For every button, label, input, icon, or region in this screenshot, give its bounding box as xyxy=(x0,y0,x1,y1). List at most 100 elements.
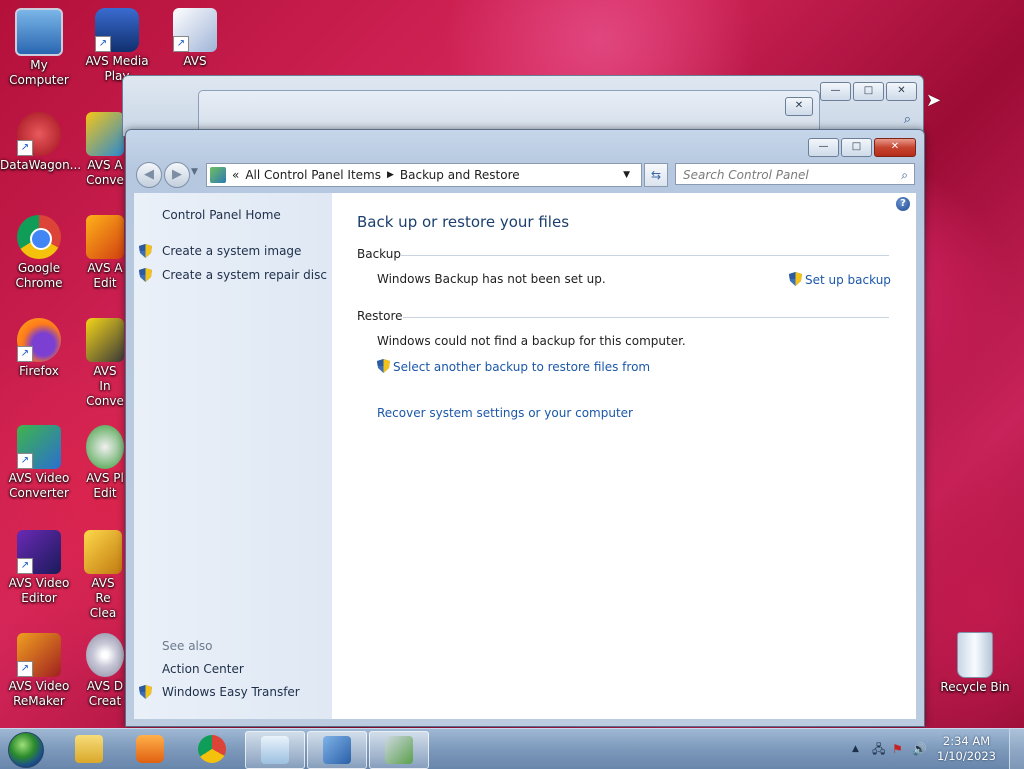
datawagon-icon: ↗ xyxy=(17,112,61,156)
chrome-icon xyxy=(198,735,226,763)
desktop-icon-my-computer[interactable]: My Computer xyxy=(0,8,78,88)
content-area: Control Panel Home Create a system image… xyxy=(134,193,916,719)
recycle-bin-icon xyxy=(957,632,993,678)
see-also-heading: See also xyxy=(162,639,213,653)
refresh-button[interactable]: ⇆ xyxy=(644,163,668,187)
notepad-icon xyxy=(261,736,289,764)
shortcut-arrow-icon: ↗ xyxy=(95,36,111,52)
desktop-icon-avs-video-editor[interactable]: ↗ AVS Video Editor xyxy=(0,530,78,606)
mouse-pointer-icon: ➤ xyxy=(926,90,942,111)
recent-pages-chevron-icon[interactable]: ▼ xyxy=(191,167,198,177)
background-window-caption-buttons: — □ ✕ xyxy=(818,82,917,101)
clock-time: 2:34 AM xyxy=(942,734,991,748)
address-dropdown-chevron-icon[interactable]: ▼ xyxy=(623,170,630,180)
control-panel-home-link[interactable]: Control Panel Home xyxy=(162,208,281,222)
windows-logo-icon xyxy=(8,732,44,768)
firefox-icon: ↗ xyxy=(17,318,61,362)
taskbar-control-panel[interactable] xyxy=(307,731,367,769)
avs-video-editor-icon: ↗ xyxy=(17,530,61,574)
minimize-button[interactable]: — xyxy=(808,138,839,157)
windows-easy-transfer-link[interactable]: Windows Easy Transfer xyxy=(139,685,300,699)
avs-photo-editor-icon xyxy=(86,425,124,469)
shortcut-arrow-icon: ↗ xyxy=(17,661,33,677)
uac-shield-icon xyxy=(789,272,802,286)
maximize-button[interactable]: □ xyxy=(841,138,872,157)
desktop-icon-avs-audio-editor[interactable]: AVS A Edit xyxy=(86,215,124,291)
clock-date: 1/10/2023 xyxy=(937,749,996,763)
avs-video-remaker-icon: ↗ xyxy=(17,633,61,677)
close-icon[interactable]: ✕ xyxy=(785,97,813,116)
main-pane: ? Back up or restore your files Backup W… xyxy=(332,193,916,719)
select-another-backup-link[interactable]: Select another backup to restore files f… xyxy=(377,359,650,374)
set-up-backup-label: Set up backup xyxy=(805,273,891,287)
section-divider xyxy=(401,255,889,256)
close-button[interactable]: ✕ xyxy=(874,138,916,157)
back-button[interactable]: ◀ xyxy=(136,162,162,188)
clock[interactable]: 2:34 AM 1/10/2023 xyxy=(937,734,996,764)
breadcrumb-backup-and-restore[interactable]: Backup and Restore xyxy=(400,168,520,182)
backup-section-header: Backup xyxy=(357,247,889,261)
desktop-icon-avs-registry-cleaner[interactable]: AVS Re Clea xyxy=(82,530,124,621)
forward-button[interactable]: ▶ xyxy=(164,162,190,188)
desktop-icon-avs-media-player[interactable]: ↗ AVS Media Play xyxy=(78,8,156,84)
desktop-icon-avs-video-remaker[interactable]: ↗ AVS Video ReMaker xyxy=(0,633,78,709)
breadcrumb-all-control-panel-items[interactable]: All Control Panel Items xyxy=(245,168,381,182)
windows-easy-transfer-label: Windows Easy Transfer xyxy=(162,685,300,699)
avs-audio-editor-icon xyxy=(86,215,124,259)
show-hidden-icons-chevron-icon[interactable]: ▲ xyxy=(852,743,865,755)
avs-audio-converter-icon xyxy=(86,112,124,156)
control-panel-icon xyxy=(210,167,226,183)
search-placeholder: Search Control Panel xyxy=(683,168,809,182)
recover-system-settings-link[interactable]: Recover system settings or your computer xyxy=(377,406,633,420)
desktop-icon-avs-photo-editor[interactable]: AVS Pl Edit xyxy=(86,425,124,501)
background-window[interactable]: — □ ✕ ✕ ⌕ xyxy=(122,75,924,137)
network-icon[interactable]: 🖧 xyxy=(872,743,885,755)
maximize-icon[interactable]: □ xyxy=(853,82,884,101)
search-icon[interactable]: ⌕ xyxy=(901,164,908,186)
taskbar-media-player[interactable] xyxy=(121,731,179,767)
desktop-icon-avs-audio-converter[interactable]: AVS A Conve xyxy=(86,112,124,188)
desktop-icon-datawagon[interactable]: ↗ DataWagon... xyxy=(0,112,81,173)
taskbar: ▲ 🖧 ⚑ 🔊 2:34 AM 1/10/2023 xyxy=(0,728,1024,769)
search-input[interactable]: Search Control Panel ⌕ xyxy=(675,163,915,185)
start-button[interactable] xyxy=(5,729,47,769)
uac-shield-icon xyxy=(139,244,152,258)
taskbar-chrome[interactable] xyxy=(183,731,241,767)
taskbar-file-explorer[interactable] xyxy=(60,731,118,767)
search-icon[interactable]: ⌕ xyxy=(904,112,911,127)
minimize-icon[interactable]: — xyxy=(820,82,851,101)
show-desktop-button[interactable] xyxy=(1009,729,1024,769)
desktop-icon-avs-disc-creator[interactable]: AVS D Creat xyxy=(86,633,124,709)
file-explorer-icon xyxy=(75,735,103,763)
action-center-flag-icon[interactable]: ⚑ xyxy=(892,743,905,755)
create-system-image-label: Create a system image xyxy=(162,244,302,258)
taskbar-backup[interactable] xyxy=(369,731,429,769)
create-system-repair-disc-link[interactable]: Create a system repair disc xyxy=(139,268,327,282)
chrome-icon xyxy=(17,215,61,259)
avs-disc-creator-icon xyxy=(86,633,124,677)
shortcut-arrow-icon: ↗ xyxy=(17,346,33,362)
volume-icon[interactable]: 🔊 xyxy=(912,743,927,755)
section-divider xyxy=(403,317,889,318)
close-icon[interactable]: ✕ xyxy=(886,82,917,101)
restore-heading: Restore xyxy=(357,309,403,323)
desktop-icon-recycle-bin[interactable]: Recycle Bin xyxy=(936,632,1014,695)
taskbar-notepad[interactable] xyxy=(245,731,305,769)
address-bar[interactable]: « All Control Panel Items ▶ Backup and R… xyxy=(206,163,642,187)
breadcrumb-separator[interactable]: ▶ xyxy=(387,170,394,180)
desktop-icon-google-chrome[interactable]: Google Chrome xyxy=(0,215,78,291)
set-up-backup-link[interactable]: Set up backup xyxy=(789,272,891,287)
desktop-icon-avs[interactable]: ↗ AVS xyxy=(156,8,234,69)
shortcut-arrow-icon: ↗ xyxy=(17,453,33,469)
desktop-icon-avs-video-converter[interactable]: ↗ AVS Video Converter xyxy=(0,425,78,501)
navigation-bar: ◀ ▶ ▼ « All Control Panel Items ▶ Backup… xyxy=(134,160,916,188)
restore-status-text: Windows could not find a backup for this… xyxy=(377,334,686,348)
backup-restore-window[interactable]: — □ ✕ ◀ ▶ ▼ « All Control Panel Items ▶ … xyxy=(125,129,925,727)
help-icon[interactable]: ? xyxy=(896,197,910,211)
avs-registry-cleaner-icon xyxy=(84,530,122,574)
action-center-link[interactable]: Action Center xyxy=(162,662,244,676)
breadcrumb-prefix[interactable]: « xyxy=(232,168,239,182)
create-system-image-link[interactable]: Create a system image xyxy=(139,244,302,258)
desktop-icon-firefox[interactable]: ↗ Firefox xyxy=(0,318,78,379)
desktop-icon-avs-image-converter[interactable]: AVS In Conve xyxy=(86,318,124,409)
